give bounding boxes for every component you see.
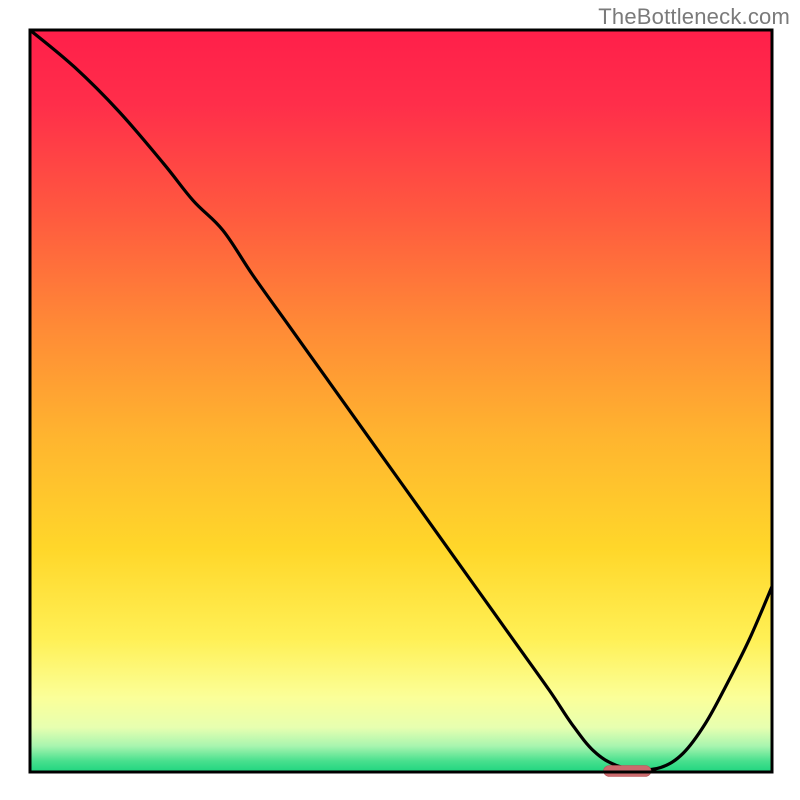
plot-background bbox=[30, 30, 772, 772]
chart-stage: TheBottleneck.com bbox=[0, 0, 800, 800]
bottleneck-chart bbox=[0, 0, 800, 800]
watermark-text: TheBottleneck.com bbox=[598, 4, 790, 30]
